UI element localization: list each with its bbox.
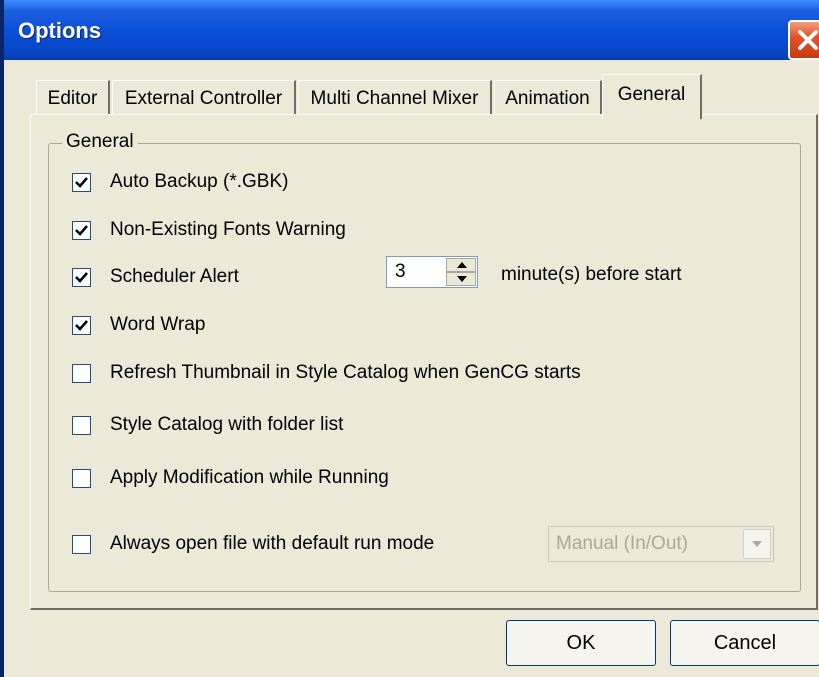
option-label: Word Wrap — [110, 314, 206, 335]
style-catalog-folder-checkbox[interactable] — [72, 416, 91, 435]
option-label: Always open file with default run mode — [110, 533, 435, 554]
check-icon — [75, 272, 88, 283]
check-icon — [75, 320, 88, 331]
run-mode-select[interactable]: Manual (In/Out) — [548, 526, 774, 562]
arrow-up-icon — [457, 262, 467, 268]
scheduler-minutes-spinner[interactable]: 3 — [386, 256, 478, 288]
tab-label: Multi Channel Mixer — [310, 88, 479, 109]
cancel-button-label: Cancel — [713, 632, 777, 654]
scheduler-minutes-value[interactable]: 3 — [395, 261, 406, 283]
run-mode-dropdown-button[interactable] — [743, 529, 771, 559]
option-label: Style Catalog with folder list — [110, 414, 344, 435]
groupbox-label: General — [62, 131, 138, 153]
tab-label: External Controller — [124, 88, 283, 109]
spinner-down-button[interactable] — [446, 272, 476, 286]
tab-multi-channel-mixer[interactable]: Multi Channel Mixer — [298, 80, 492, 116]
tab-animation[interactable]: Animation — [494, 80, 602, 116]
tab-label: Editor — [47, 88, 98, 109]
scheduler-alert-checkbox[interactable] — [72, 268, 91, 287]
tab-label: Animation — [505, 88, 590, 109]
spinner-buttons — [446, 258, 476, 286]
option-label: Refresh Thumbnail in Style Catalog when … — [110, 362, 581, 383]
chevron-down-icon — [752, 541, 762, 547]
ok-button[interactable]: OK — [506, 620, 656, 666]
apply-modification-checkbox[interactable] — [72, 469, 91, 488]
auto-backup-checkbox[interactable] — [72, 173, 91, 192]
title-bar[interactable]: Options — [4, 0, 819, 60]
option-label: Scheduler Alert — [110, 266, 239, 287]
option-label: Apply Modification while Running — [110, 467, 389, 488]
option-label: Auto Backup (*.GBK) — [110, 171, 289, 192]
ok-button-label: OK — [566, 632, 596, 654]
default-run-mode-checkbox[interactable] — [72, 535, 91, 554]
arrow-down-icon — [457, 276, 467, 282]
options-dialog: Options Editor External Controller Multi… — [0, 0, 819, 677]
window-title: Options — [18, 18, 102, 43]
tab-label: General — [617, 84, 686, 105]
refresh-thumbnail-checkbox[interactable] — [72, 364, 91, 383]
run-mode-selected: Manual (In/Out) — [556, 533, 688, 554]
close-button[interactable] — [788, 20, 819, 60]
check-icon — [75, 177, 88, 188]
option-label: Non-Existing Fonts Warning — [110, 219, 346, 240]
tab-external-controller[interactable]: External Controller — [112, 80, 296, 116]
tab-general[interactable]: General — [602, 74, 702, 119]
close-icon — [798, 30, 818, 50]
tab-editor[interactable]: Editor — [36, 80, 110, 116]
scheduler-suffix-label: minute(s) before start — [501, 264, 682, 285]
cancel-button[interactable]: Cancel — [670, 620, 819, 666]
check-icon — [75, 225, 88, 236]
fonts-warning-checkbox[interactable] — [72, 221, 91, 240]
word-wrap-checkbox[interactable] — [72, 316, 91, 335]
spinner-up-button[interactable] — [446, 258, 476, 272]
